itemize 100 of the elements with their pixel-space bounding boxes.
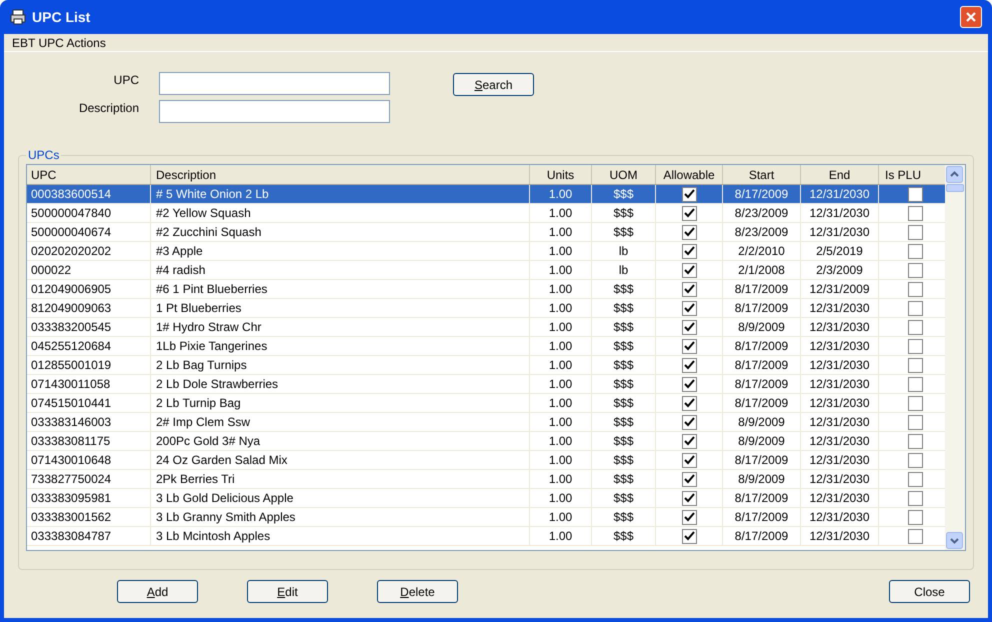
table-row[interactable]: 012049006905 #6 1 Pint Blueberries 1.00 $$$ 8/17/2009 12/31/2009 bbox=[27, 280, 945, 299]
table-row[interactable]: 033383200545 1# Hydro Straw Chr 1.00 $$$ 8/9/2009 12/31/2030 bbox=[27, 318, 945, 337]
checkbox[interactable] bbox=[908, 262, 922, 278]
dialog-button[interactable]: Delete bbox=[377, 580, 458, 603]
scroll-thumb[interactable] bbox=[946, 184, 964, 192]
table-cell-text: # 5 White Onion 2 Lb bbox=[156, 186, 269, 203]
column-header[interactable]: UPC bbox=[27, 165, 151, 184]
table-cell-text: $$$ bbox=[613, 452, 634, 469]
table-cell-text: 12/31/2030 bbox=[809, 452, 870, 469]
checkbox[interactable] bbox=[908, 452, 922, 468]
table-cell-text: 8/9/2009 bbox=[738, 319, 785, 336]
checked-checkbox[interactable] bbox=[682, 396, 696, 410]
table-row[interactable]: 071430011058 2 Lb Dole Strawberries 1.00 $$$ 8/17/2009 12/31/2030 bbox=[27, 375, 945, 394]
table-cell-text: $$$ bbox=[613, 376, 634, 393]
checked-checkbox[interactable] bbox=[682, 358, 696, 372]
checkbox[interactable] bbox=[908, 244, 922, 258]
dialog-button[interactable]: Add bbox=[117, 580, 198, 603]
input-field[interactable] bbox=[159, 100, 390, 123]
table-row[interactable]: 000383600514 # 5 White Onion 2 Lb 1.00 $$$ 8/17/2009 12/31/2030 bbox=[27, 185, 945, 204]
checked-checkbox[interactable] bbox=[682, 206, 696, 220]
column-header[interactable]: Units bbox=[530, 165, 592, 184]
table-row[interactable]: 012855001019 2 Lb Bag Turnips 1.00 $$$ 8/17/2009 12/31/2030 bbox=[27, 356, 945, 375]
checkbox[interactable] bbox=[908, 376, 922, 392]
checked-checkbox[interactable] bbox=[682, 244, 696, 258]
checkbox[interactable] bbox=[908, 224, 922, 240]
checkbox[interactable] bbox=[908, 472, 922, 486]
table-cell-text: 033383081175 bbox=[31, 433, 110, 450]
checked-checkbox[interactable] bbox=[682, 262, 696, 278]
table-cell-text: #6 1 Pint Blueberries bbox=[156, 281, 268, 298]
table-row[interactable]: 033383001562 3 Lb Granny Smith Apples 1.00 $$$ 8/17/2009 12/31/2030 bbox=[27, 508, 945, 527]
table-row[interactable]: 045255120684 1Lb Pixie Tangerines 1.00 $$$ 8/17/2009 12/31/2030 bbox=[27, 337, 945, 356]
column-header[interactable]: Start bbox=[723, 165, 801, 184]
checkbox[interactable] bbox=[908, 396, 922, 410]
checked-checkbox[interactable] bbox=[682, 224, 696, 240]
table-cell-text: $$$ bbox=[613, 490, 634, 507]
scroll-up-icon[interactable] bbox=[946, 166, 963, 183]
checked-checkbox[interactable] bbox=[682, 300, 696, 316]
checked-checkbox[interactable] bbox=[682, 434, 696, 448]
table-cell-text: 000383600514 bbox=[31, 186, 112, 203]
checkbox[interactable] bbox=[908, 300, 922, 316]
column-header[interactable]: UOM bbox=[592, 165, 656, 184]
checkbox[interactable] bbox=[908, 528, 922, 544]
checked-checkbox[interactable] bbox=[682, 376, 696, 392]
table-row[interactable]: 033383095981 3 Lb Gold Delicious Apple 1.00 $$$ 8/17/2009 12/31/2030 bbox=[27, 489, 945, 508]
table-cell-text: 3 Lb Gold Delicious Apple bbox=[156, 490, 294, 507]
table-row[interactable]: 033383146003 2# Imp Clem Ssw 1.00 $$$ 8/9/2009 12/31/2030 bbox=[27, 413, 945, 432]
checkbox[interactable] bbox=[908, 414, 922, 430]
dialog-button[interactable]: Edit bbox=[247, 580, 328, 603]
table-cell-text: 12/31/2030 bbox=[809, 490, 870, 507]
close-button[interactable] bbox=[960, 6, 982, 28]
table-cell-text: 12/31/2030 bbox=[809, 528, 870, 545]
dialog-button[interactable]: Close bbox=[889, 580, 970, 603]
table-row[interactable]: 020202020202 #3 Apple 1.00 lb 2/2/2010 2/5/2019 bbox=[27, 242, 945, 261]
checkbox[interactable] bbox=[908, 490, 922, 506]
table-cell-text: $$$ bbox=[613, 433, 634, 450]
checked-checkbox[interactable] bbox=[682, 414, 696, 430]
column-header[interactable]: Description bbox=[151, 165, 530, 184]
table-cell-text: 8/9/2009 bbox=[738, 471, 785, 488]
table-row[interactable]: 000022 #4 radish 1.00 lb 2/1/2008 2/3/2009 bbox=[27, 261, 945, 280]
table-row[interactable]: 500000040674 #2 Zucchini Squash 1.00 $$$ 8/23/2009 12/31/2030 bbox=[27, 223, 945, 242]
checkbox[interactable] bbox=[908, 282, 922, 296]
table-cell-text: $$$ bbox=[613, 528, 634, 545]
table-row[interactable]: 033383084787 3 Lb Mcintosh Apples 1.00 $$$ 8/17/2009 12/31/2030 bbox=[27, 527, 945, 546]
checkbox[interactable] bbox=[908, 510, 922, 524]
search-button[interactable]: Search bbox=[453, 73, 534, 96]
table-row[interactable]: 071430010648 24 Oz Garden Salad Mix 1.00 $$$ 8/17/2009 12/31/2030 bbox=[27, 451, 945, 470]
table-row[interactable]: 033383081175 200Pc Gold 3# Nya 1.00 $$$ 8/9/2009 12/31/2030 bbox=[27, 432, 945, 451]
checked-checkbox[interactable] bbox=[682, 186, 696, 202]
input-field[interactable] bbox=[159, 72, 390, 95]
table-cell-text: 12/31/2030 bbox=[809, 433, 870, 450]
table-cell-text: 8/9/2009 bbox=[738, 433, 785, 450]
table-row[interactable]: 733827750024 2Pk Berries Tri 1.00 $$$ 8/9/2009 12/31/2030 bbox=[27, 470, 945, 489]
scrollbar[interactable] bbox=[945, 165, 965, 550]
table-cell-text: 1.00 bbox=[548, 490, 572, 507]
checkbox[interactable] bbox=[908, 206, 922, 220]
table-row[interactable]: 074515010441 2 Lb Turnip Bag 1.00 $$$ 8/17/2009 12/31/2030 bbox=[27, 394, 945, 413]
checked-checkbox[interactable] bbox=[682, 510, 696, 524]
table-row[interactable]: 812049009063 1 Pt Blueberries 1.00 $$$ 8/17/2009 12/31/2030 bbox=[27, 299, 945, 318]
column-header[interactable]: Allowable bbox=[656, 165, 723, 184]
scroll-down-icon[interactable] bbox=[946, 532, 963, 549]
table-cell-text: 12/31/2030 bbox=[809, 376, 870, 393]
checkbox[interactable] bbox=[908, 338, 922, 354]
checkbox[interactable] bbox=[908, 434, 922, 448]
checked-checkbox[interactable] bbox=[682, 282, 696, 296]
table-cell-text: 2 Lb Turnip Bag bbox=[156, 395, 241, 412]
checked-checkbox[interactable] bbox=[682, 528, 696, 544]
table-cell-text: 012049006905 bbox=[31, 281, 112, 298]
checked-checkbox[interactable] bbox=[682, 452, 696, 468]
checkbox[interactable] bbox=[908, 358, 922, 372]
menu-item[interactable]: EBT UPC Actions bbox=[12, 34, 106, 52]
table-cell-text: 8/23/2009 bbox=[734, 205, 788, 222]
checked-checkbox[interactable] bbox=[682, 472, 696, 486]
checked-checkbox[interactable] bbox=[682, 338, 696, 354]
checked-checkbox[interactable] bbox=[682, 320, 696, 334]
checked-checkbox[interactable] bbox=[682, 490, 696, 506]
checkbox[interactable] bbox=[908, 186, 922, 202]
table-cell-text: 2Pk Berries Tri bbox=[156, 471, 235, 488]
checkbox[interactable] bbox=[908, 320, 922, 334]
column-header[interactable]: End bbox=[801, 165, 879, 184]
table-row[interactable]: 500000047840 #2 Yellow Squash 1.00 $$$ 8/23/2009 12/31/2030 bbox=[27, 204, 945, 223]
